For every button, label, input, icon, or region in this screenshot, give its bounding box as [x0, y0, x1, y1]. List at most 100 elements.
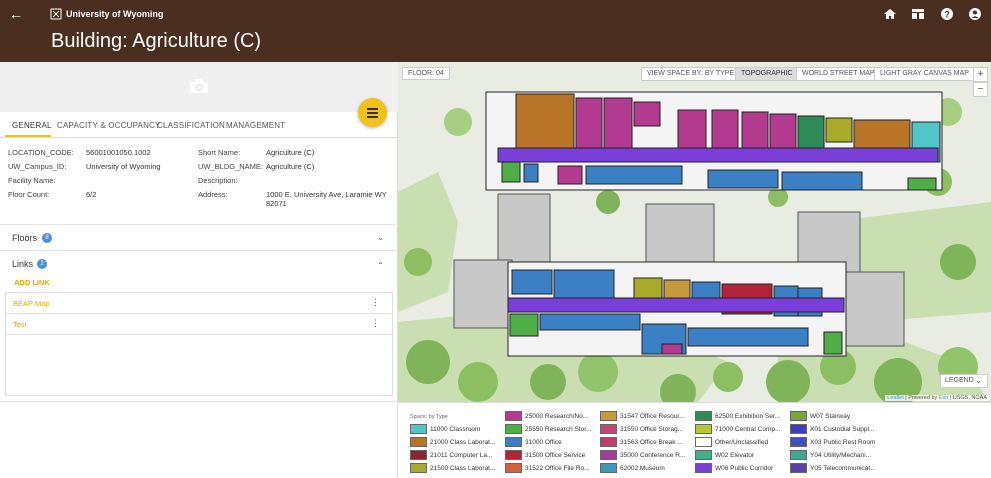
legend-item: 31547 Office Resour... [600, 411, 685, 421]
legend-swatch [695, 411, 712, 421]
legend-label: 31563 Office Break ... [620, 438, 683, 446]
links-label: Links [12, 259, 34, 269]
legend-swatch [695, 437, 712, 447]
legend-toggle-button[interactable]: LEGEND ⌄ [940, 374, 988, 388]
legend-swatch [505, 437, 522, 447]
legend-label: W06 Public Corridor [715, 464, 774, 472]
legend-item: 31550 Office Storag... [600, 424, 683, 434]
tab-management[interactable]: MANAGEMENT [226, 121, 285, 130]
help-icon[interactable]: ? [940, 7, 954, 21]
address-value: 1000 E. University Ave, Laramie WY 82071 [266, 190, 387, 208]
detail-tabs: GENERAL CAPACITY & OCCUPANCY CLASSIFICAT… [0, 114, 398, 138]
view-space-by-dropdown[interactable]: VIEW SPACE BY: BY TYPE [641, 67, 741, 81]
floors-label: Floors [12, 233, 38, 243]
university-logo-icon [50, 8, 62, 20]
legend-swatch [410, 450, 427, 460]
tab-capacity-occupancy[interactable]: CAPACITY & OCCUPANCY [57, 121, 161, 130]
back-arrow-icon[interactable]: ← [8, 6, 24, 22]
legend-item: 31000 Office [505, 437, 562, 447]
legend-swatch [695, 463, 712, 473]
legend-item: 21000 Class Laborat... [410, 437, 495, 447]
svg-text:?: ? [944, 10, 950, 20]
legend-swatch [600, 424, 617, 434]
basemap-world-street-button[interactable]: WORLD STREET MAP [796, 67, 881, 81]
dashboard-icon[interactable] [911, 7, 925, 21]
legend-label: X03 Public Rest Room [810, 438, 876, 446]
legend-swatch [410, 463, 427, 473]
chevron-down-icon[interactable]: ⌄ [377, 233, 384, 242]
home-icon[interactable] [883, 7, 897, 21]
legend-label: 21011 Computer La... [430, 451, 493, 459]
legend-swatch [790, 424, 807, 434]
legend-item: Y04 Utility/Mechani... [790, 450, 871, 460]
university-brand[interactable]: University of Wyoming [50, 8, 163, 20]
camera-icon [190, 79, 208, 93]
basemap-light-gray-button[interactable]: LIGHT GRAY CANVAS MAP [874, 67, 975, 81]
building-photo-area[interactable] [0, 62, 398, 112]
more-vertical-icon[interactable]: ⋮ [371, 297, 380, 308]
esri-link[interactable]: Esri [939, 395, 948, 401]
location-code-label: LOCATION_CODE: [8, 148, 74, 157]
legend-label: X01 Custodial Suppl... [810, 425, 875, 433]
legend-label: 62002 Museum [620, 464, 665, 472]
legend-label: 31550 Office Storag... [620, 425, 684, 433]
legend-item: 25000 Research/No... [505, 411, 588, 421]
legend-swatch [410, 437, 427, 447]
floors-section[interactable]: Floors 8 ⌄ [0, 224, 398, 250]
chevron-up-icon[interactable]: ⌃ [377, 261, 384, 270]
legend-item: 21011 Computer La... [410, 450, 492, 460]
app-header: ← University of Wyoming Building: Agricu… [0, 0, 991, 62]
legend-label: 25550 Research Stor... [525, 425, 592, 433]
links-count-badge: 2 [37, 259, 47, 269]
divider [0, 401, 398, 402]
zoom-out-button[interactable]: − [973, 82, 988, 97]
legend-item: 62002 Museum [600, 463, 665, 473]
floor-count-value: 6/2 [86, 190, 97, 199]
legend-swatch [505, 450, 522, 460]
bldg-name-value: Agriculture (C) [266, 162, 315, 171]
campus-id-label: UW_Campus_ID: [8, 162, 67, 171]
legend-item: 35000 Conference R... [600, 450, 685, 460]
legend-label: 21500 Class Laborat... [430, 464, 496, 472]
short-name-value: Agriculture (C) [266, 148, 315, 157]
legend-swatch [600, 463, 617, 473]
legend-item: 62500 Exhibition Ser... [695, 411, 780, 421]
legend-item: 31522 Office File Ro... [505, 463, 590, 473]
legend-swatch [505, 424, 522, 434]
legend-button-label: LEGEND [945, 377, 974, 384]
links-section[interactable]: Links 2 ⌃ [0, 250, 398, 276]
legend-label: 35000 Conference R... [620, 451, 686, 459]
description-label: Description: [198, 176, 238, 185]
list-item: BEAP Map ⋮ [6, 293, 392, 314]
legend-label: 25000 Research/No... [525, 412, 589, 420]
leaflet-link[interactable]: Leaflet [887, 395, 904, 401]
link-beap-map[interactable]: BEAP Map [13, 299, 50, 308]
legend-label: W07 Stairway [810, 412, 851, 420]
chevron-down-icon: ⌄ [975, 376, 982, 385]
legend-swatch [695, 450, 712, 460]
map-canvas[interactable] [398, 62, 991, 402]
legend-swatch [600, 437, 617, 447]
legend-item: 31563 Office Break ... [600, 437, 683, 447]
short-name-label: Short Name: [198, 148, 241, 157]
tab-general[interactable]: GENERAL [12, 121, 52, 130]
page-title: Building: Agriculture (C) [51, 30, 262, 52]
legend-item: Other/Unclassified [695, 437, 768, 447]
legend-item: 25550 Research Stor... [505, 424, 592, 434]
legend-item: X03 Public Rest Room [790, 437, 875, 447]
zoom-in-button[interactable]: + [973, 67, 988, 82]
floor-plan-map[interactable]: FLOOR: 04 VIEW SPACE BY: BY TYPE TOPOGRA… [398, 62, 991, 402]
more-vertical-icon[interactable]: ⋮ [371, 318, 380, 329]
legend-swatch [790, 411, 807, 421]
basemap-topographic-button[interactable]: TOPOGRAPHIC [735, 67, 799, 81]
account-icon[interactable] [968, 7, 982, 21]
link-test[interactable]: Test [13, 320, 27, 329]
tab-classification[interactable]: CLASSIFICATION [157, 121, 225, 130]
add-link-button[interactable]: ADD LINK [14, 278, 50, 287]
list-item: Test ⋮ [6, 314, 392, 335]
legend-swatch [600, 450, 617, 460]
legend-label: 71000 Central Comp... [715, 425, 781, 433]
legend-swatch [600, 411, 617, 421]
legend-label: Y04 Utility/Mechani... [810, 451, 872, 459]
legend-swatch [505, 411, 522, 421]
